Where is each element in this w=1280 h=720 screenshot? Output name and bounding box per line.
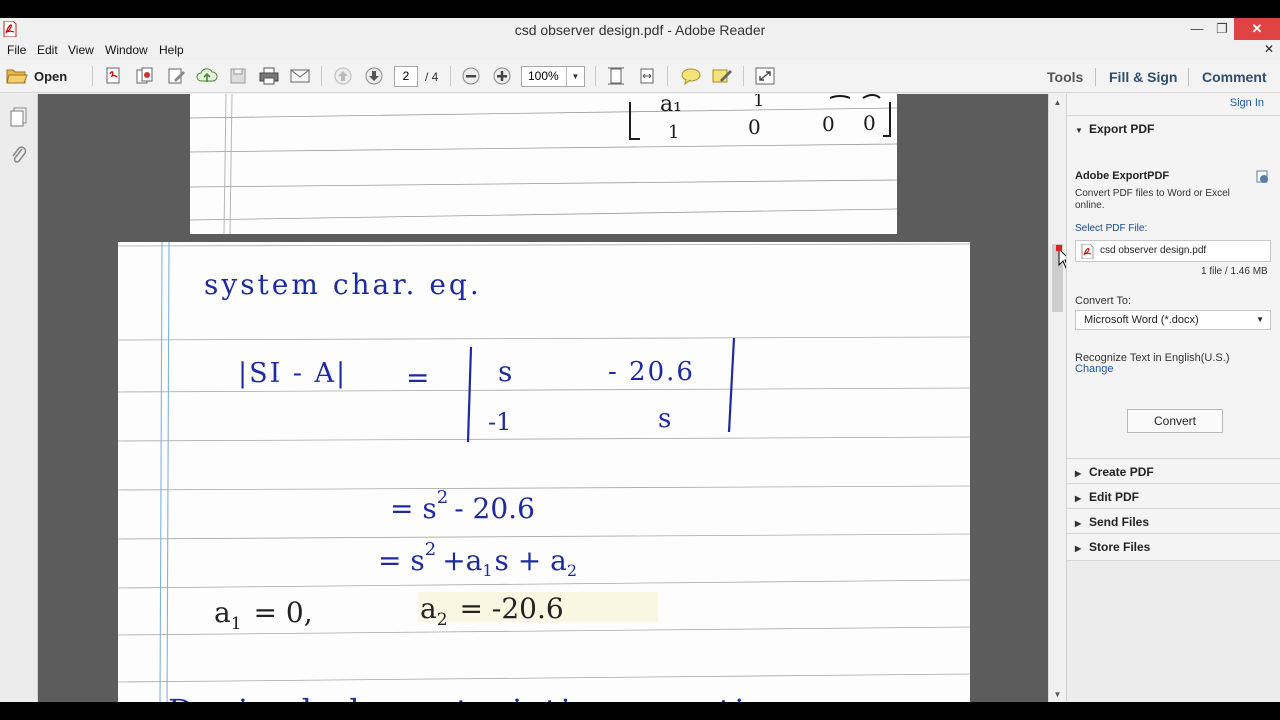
print-icon[interactable] <box>257 65 281 87</box>
change-language-link[interactable]: Change <box>1075 363 1114 375</box>
fit-width-icon[interactable] <box>636 65 658 87</box>
export-pdf-panel: Adobe ExportPDF Convert PDF files to Wor… <box>1067 144 1280 460</box>
expanded-triangle-icon: ▼ <box>1075 126 1083 135</box>
next-page-icon[interactable] <box>363 65 385 87</box>
export-description-line1: Convert PDF files to Word or Excel <box>1075 188 1230 199</box>
zoom-level-value: 100% <box>528 69 559 83</box>
file-info: 1 file / 1.46 MB <box>1201 266 1268 277</box>
page-total: / 4 <box>425 70 439 84</box>
matrix-cell: 0 <box>748 115 761 139</box>
menu-edit[interactable]: Edit <box>37 43 58 57</box>
menu-help[interactable]: Help <box>159 43 184 57</box>
matrix-cell: 0 <box>822 112 835 136</box>
title-bar: csd observer design.pdf - Adobe Reader —… <box>0 18 1280 40</box>
email-icon[interactable] <box>288 65 312 87</box>
scroll-down-icon[interactable]: ▼ <box>1049 690 1066 699</box>
fit-page-icon[interactable] <box>605 65 627 87</box>
close-button[interactable]: ✕ <box>1234 18 1280 40</box>
tools-pane: Sign In ▼ Export PDF Adobe ExportPDF Conv… <box>1066 94 1280 702</box>
toolbar: Open 2 / 4 100% ▼ Tools Fill & Sign Comm… <box>0 60 1280 93</box>
open-button[interactable]: Open <box>6 65 78 87</box>
page-number-input[interactable]: 2 <box>394 66 418 87</box>
screen-bottom-strip <box>0 702 1280 720</box>
export-description-line2: online. <box>1075 200 1105 211</box>
coefficient-a1: a1 = 0, <box>214 596 313 634</box>
page-heading-system-char-eq: system char. eq. <box>204 268 482 301</box>
export-pdf-section-header[interactable]: ▼ Export PDF <box>1067 115 1280 140</box>
convert-to-label: Convert To: <box>1075 295 1132 307</box>
minimize-button[interactable]: — <box>1184 18 1210 40</box>
zoom-level-select[interactable]: 100% ▼ <box>521 66 585 87</box>
fill-sign-tab[interactable]: Fill & Sign <box>1109 69 1177 85</box>
equals-sign: = <box>406 361 429 394</box>
matrix-cell: 0 <box>863 111 876 135</box>
highlight-pen-icon[interactable] <box>710 65 734 87</box>
adobe-reader-window: csd observer design.pdf - Adobe Reader —… <box>0 18 1280 702</box>
document-view[interactable]: a₁ 1 1 0 0 0 system char. eq. |SI - A| =… <box>38 94 1048 702</box>
menu-window[interactable]: Window <box>105 43 148 57</box>
full-screen-icon[interactable] <box>753 65 777 87</box>
store-files-section-header[interactable]: ▶ Store Files <box>1067 533 1280 558</box>
restore-button[interactable]: ❐ <box>1210 18 1234 40</box>
document-close-icon[interactable]: ✕ <box>1264 42 1274 56</box>
select-pdf-file-label: Select PDF File: <box>1075 223 1148 234</box>
export-info-icon[interactable] <box>1254 170 1270 184</box>
edit-pdf-section-header[interactable]: ▶ Edit PDF <box>1067 483 1280 508</box>
menu-file[interactable]: File <box>7 43 26 57</box>
scroll-marker <box>1056 245 1062 251</box>
matrix-entry-minus-1: -1 <box>488 408 511 436</box>
dropdown-arrow-icon: ▼ <box>1256 315 1264 324</box>
matrix-entry-minus-20-6: - 20.6 <box>608 357 695 387</box>
page-thumbnails-icon[interactable] <box>9 106 29 128</box>
collapsed-triangle-icon: ▶ <box>1075 469 1082 478</box>
previous-page-icon[interactable] <box>332 65 354 87</box>
chevron-down-icon: ▼ <box>566 67 584 86</box>
save-icon[interactable] <box>226 65 250 87</box>
matrix-cell: 1 <box>668 122 679 143</box>
create-pdf-icon[interactable] <box>102 65 126 87</box>
determinant-lhs: |SI - A| <box>238 358 347 389</box>
convert-to-value: Microsoft Word (*.docx) <box>1084 314 1199 326</box>
navigation-pane <box>0 94 38 702</box>
adobe-exportpdf-title: Adobe ExportPDF <box>1075 170 1170 182</box>
collapsed-triangle-icon: ▶ <box>1075 494 1082 503</box>
matrix-cell: 1 <box>753 94 764 111</box>
convert-button[interactable]: Convert <box>1127 409 1223 433</box>
convert-to-select[interactable]: Microsoft Word (*.docx) ▼ <box>1075 310 1271 330</box>
combine-pdf-icon[interactable] <box>133 65 157 87</box>
upload-cloud-icon[interactable] <box>195 65 219 87</box>
matrix-entry-s: s <box>658 404 671 434</box>
comment-bubble-icon[interactable] <box>679 65 703 87</box>
result-line-2: = s2 +a1s + a2 <box>378 539 577 580</box>
tools-pane-empty-area <box>1067 560 1280 702</box>
folder-icon <box>6 69 28 84</box>
sign-in-link[interactable]: Sign In <box>1230 97 1264 109</box>
open-label: Open <box>34 68 68 84</box>
edit-document-icon[interactable] <box>164 65 188 87</box>
menu-view[interactable]: View <box>68 43 94 57</box>
scroll-up-icon[interactable]: ▲ <box>1049 98 1066 107</box>
menu-bar: File Edit View Window Help ✕ <box>0 40 1280 60</box>
comment-tab[interactable]: Comment <box>1202 69 1267 85</box>
selected-file-field[interactable]: csd observer design.pdf <box>1075 240 1271 262</box>
zoom-in-icon[interactable] <box>491 65 513 87</box>
create-pdf-section-header[interactable]: ▶ Create PDF <box>1067 458 1280 483</box>
matrix-entry-s: s <box>498 355 512 388</box>
attachments-paperclip-icon[interactable] <box>9 144 29 166</box>
zoom-out-icon[interactable] <box>460 65 482 87</box>
pdf-page-2: system char. eq. |SI - A| = s - 20.6 -1 … <box>118 242 970 702</box>
collapsed-triangle-icon: ▶ <box>1075 519 1082 528</box>
result-line-1: = s2- 20.6 <box>390 487 535 525</box>
send-files-section-header[interactable]: ▶ Send Files <box>1067 508 1280 533</box>
vertical-scrollbar[interactable]: ▲ ▼ <box>1048 94 1065 702</box>
pdf-page-1: a₁ 1 1 0 0 0 <box>190 94 897 234</box>
matrix-cell: a₁ <box>660 94 682 117</box>
pdf-file-icon <box>1081 244 1094 259</box>
window-title: csd observer design.pdf - Adobe Reader <box>514 22 766 38</box>
collapsed-triangle-icon: ▶ <box>1075 544 1082 553</box>
selected-file-name: csd observer design.pdf <box>1100 245 1207 256</box>
tools-tab[interactable]: Tools <box>1047 69 1083 85</box>
desired-characteristics-heading: Desired characteristics equation <box>168 692 793 702</box>
